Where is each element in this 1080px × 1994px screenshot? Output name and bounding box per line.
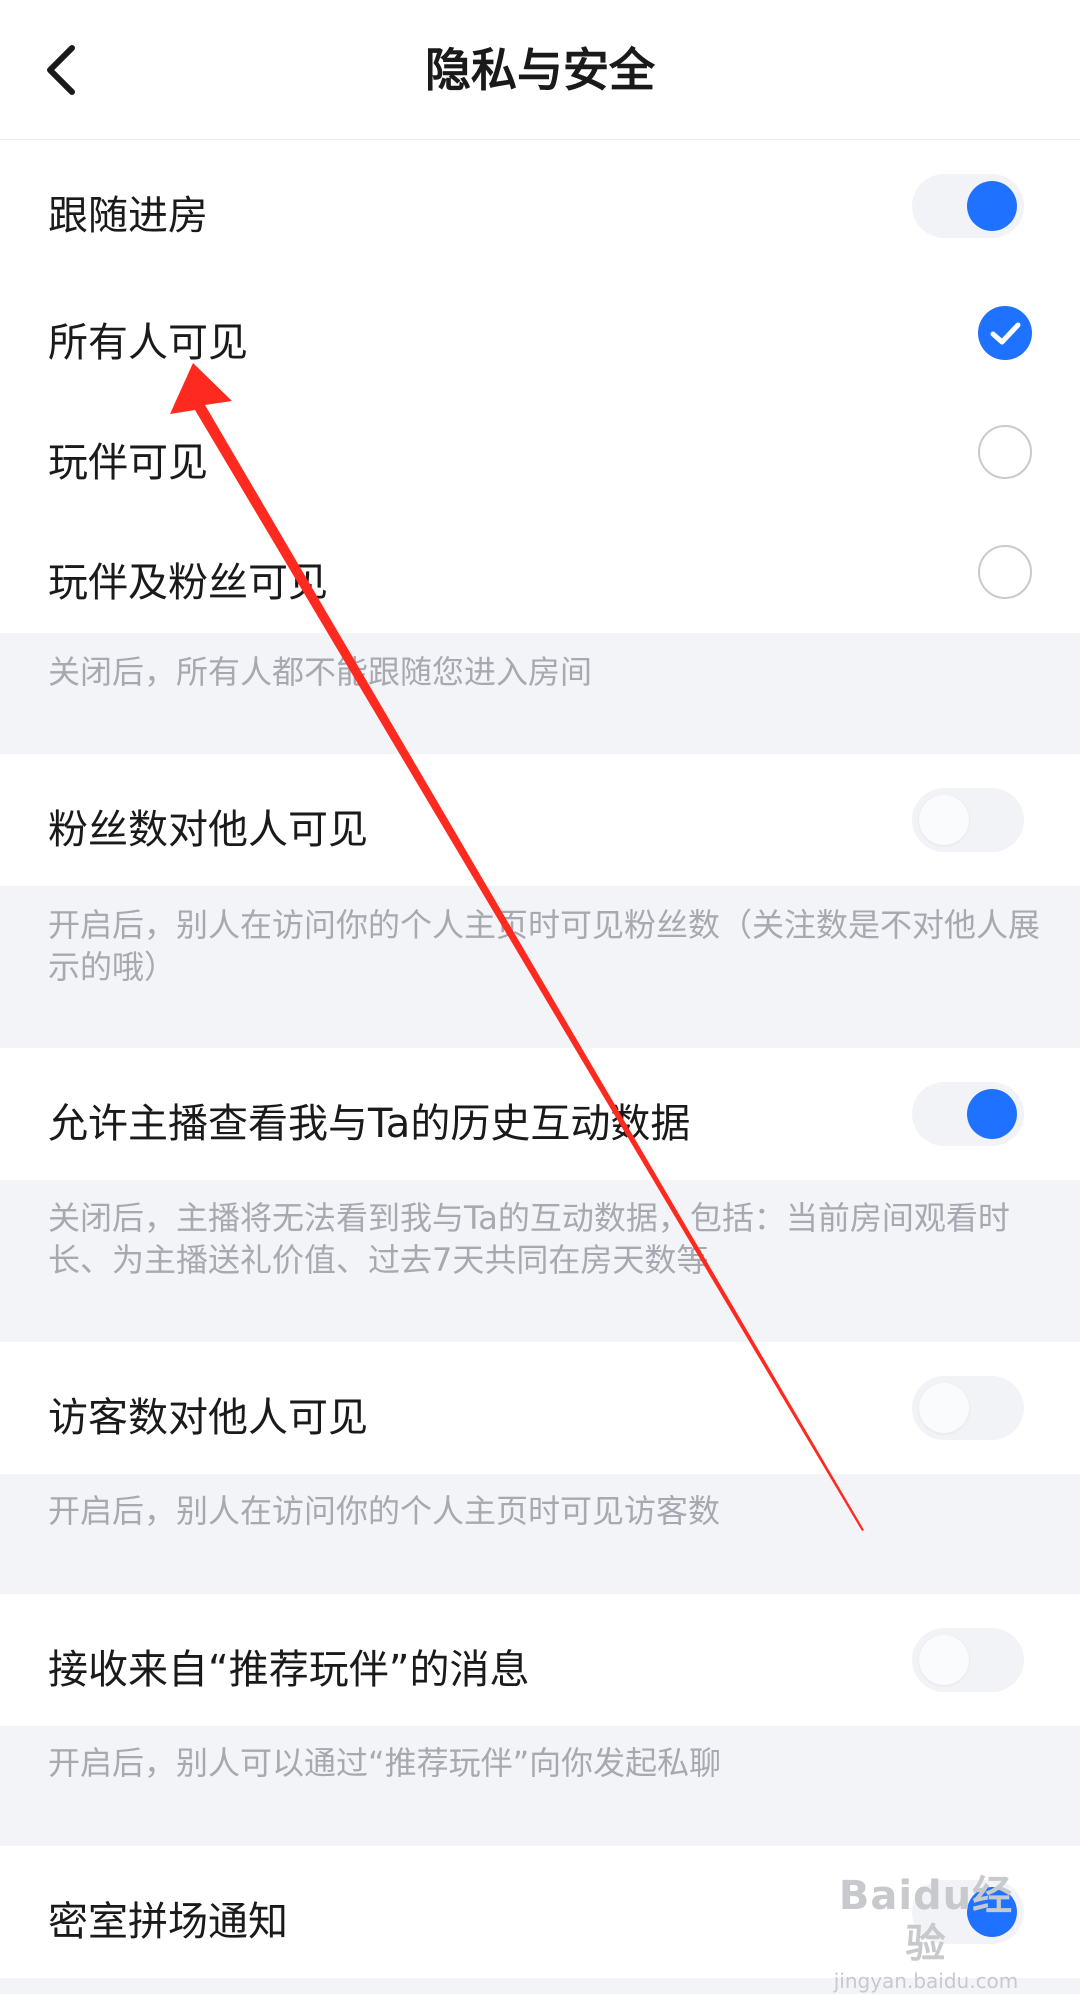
radio-empty-icon[interactable] bbox=[978, 545, 1032, 599]
follow-room-toggle[interactable] bbox=[912, 174, 1024, 238]
toggle-knob bbox=[919, 1383, 969, 1433]
visitors-visible-toggle[interactable] bbox=[912, 1376, 1024, 1440]
visitors-visible-label: 访客数对他人可见 bbox=[48, 1395, 368, 1441]
host-data-hint: 关闭后，主播将无法看到我与Ta的互动数据，包括：当前房间观看时长、为主播送礼价值… bbox=[48, 1199, 1010, 1279]
radio-empty-icon[interactable] bbox=[978, 425, 1032, 479]
fans-visible-hint: 开启后，别人在访问你的个人主页时可见粉丝数（关注数是不对他人展示的哦） bbox=[48, 906, 1041, 986]
host-data-row: 允许主播查看我与Ta的历史互动数据 bbox=[0, 1048, 1080, 1180]
watermark-logo: Baidu经验 bbox=[838, 1873, 1014, 1967]
watermark-url: jingyan.baidu.com bbox=[833, 1969, 1019, 1993]
toggle-knob bbox=[919, 795, 969, 845]
recommend-msg-hint: 开启后，别人可以通过“推荐玩伴”向你发起私聊 bbox=[48, 1744, 722, 1782]
visitors-visible-hint: 开启后，别人在访问你的个人主页时可见访客数 bbox=[48, 1492, 721, 1530]
option-playmates-fans-label: 玩伴及粉丝可见 bbox=[48, 560, 328, 606]
host-data-label: 允许主播查看我与Ta的历史互动数据 bbox=[48, 1101, 691, 1147]
option-everyone-row[interactable]: 所有人可见 bbox=[0, 272, 1080, 392]
follow-room-hint: 关闭后，所有人都不能跟随您进入房间 bbox=[48, 653, 593, 691]
top-bar: 隐私与安全 bbox=[0, 0, 1080, 140]
toggle-knob bbox=[967, 1089, 1017, 1139]
checkmark-icon[interactable] bbox=[978, 306, 1032, 360]
escape-room-label: 密室拼场通知 bbox=[48, 1899, 288, 1945]
recommend-msg-row: 接收来自“推荐玩伴”的消息 bbox=[0, 1594, 1080, 1726]
toggle-knob bbox=[919, 1635, 969, 1685]
page-title: 隐私与安全 bbox=[425, 43, 655, 97]
option-playmates-fans-row[interactable]: 玩伴及粉丝可见 bbox=[0, 512, 1080, 633]
toggle-knob bbox=[967, 181, 1017, 231]
recommend-msg-label: 接收来自“推荐玩伴”的消息 bbox=[48, 1647, 530, 1693]
option-playmates-row[interactable]: 玩伴可见 bbox=[0, 392, 1080, 512]
follow-room-label: 跟随进房 bbox=[48, 193, 208, 239]
recommend-msg-toggle[interactable] bbox=[912, 1628, 1024, 1692]
fans-visible-label: 粉丝数对他人可见 bbox=[48, 807, 368, 853]
follow-room-row: 跟随进房 bbox=[0, 140, 1080, 272]
option-playmates-label: 玩伴可见 bbox=[48, 440, 208, 486]
fans-visible-row: 粉丝数对他人可见 bbox=[0, 754, 1080, 886]
host-data-toggle[interactable] bbox=[912, 1082, 1024, 1146]
baidu-jingyan-watermark: Baidu经验 jingyan.baidu.com bbox=[826, 1872, 1026, 1993]
visitors-visible-row: 访客数对他人可见 bbox=[0, 1342, 1080, 1474]
option-everyone-label: 所有人可见 bbox=[48, 320, 248, 366]
fans-visible-toggle[interactable] bbox=[912, 788, 1024, 852]
